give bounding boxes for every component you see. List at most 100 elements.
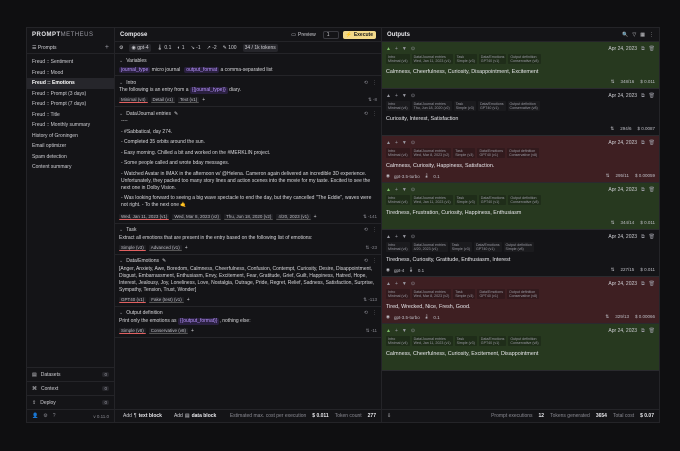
thumbs-down-icon[interactable]: ▼: [402, 328, 407, 334]
variable-value[interactable]: micro journal: [152, 67, 181, 73]
delete-icon[interactable]: 🗑: [649, 140, 655, 146]
compare-icon[interactable]: ⊙: [411, 234, 415, 240]
history-icon[interactable]: ⟲: [364, 111, 368, 117]
sidebar-item-prompt[interactable]: History of Groningen: [27, 131, 114, 142]
add-icon[interactable]: +: [395, 140, 398, 146]
model-settings-icon[interactable]: ⚙: [119, 45, 123, 51]
max-tokens-value[interactable]: ✎ 100: [223, 45, 237, 51]
version-tag[interactable]: Minimal (v4): [119, 97, 148, 103]
version-tag[interactable]: Conservative (v8): [148, 327, 189, 334]
variable-name[interactable]: journal_type: [119, 67, 151, 73]
compare-icon[interactable]: ⊙: [411, 93, 415, 99]
sidebar-item-prompt[interactable]: Freud :: Sentiment: [27, 57, 114, 68]
add-prompt-icon[interactable]: +: [105, 44, 109, 51]
output-card[interactable]: ▲ + ▼ ⊙ Apr 24, 2023 ⧉ 🗑 Intro Minimal (v4) Data…: [382, 136, 659, 183]
thumbs-down-icon[interactable]: ▼: [402, 46, 407, 52]
sidebar-item-prompt[interactable]: Freud :: Title: [27, 110, 114, 121]
add-version-icon[interactable]: +: [314, 214, 317, 220]
preview-button[interactable]: ▭ Preview: [288, 31, 319, 39]
copy-icon[interactable]: ⧉: [641, 328, 645, 334]
version-tag[interactable]: Wed, Mar 8, 2023 (v2): [172, 213, 222, 220]
thumbs-up-icon[interactable]: ▲: [386, 234, 391, 240]
sidebar-item-prompt[interactable]: Email optimizer: [27, 141, 114, 152]
version-tag[interactable]: Advanced (v1): [148, 244, 182, 251]
thumbs-up-icon[interactable]: ▲: [386, 140, 391, 146]
add-icon[interactable]: +: [395, 328, 398, 334]
intro-header[interactable]: ⌄ Intro ⟲ ⋮: [119, 78, 377, 87]
output-card[interactable]: ▲ + ▼ ⊙ Apr 24, 2023 ⧉ 🗑 Intro Minimal (v4) Data…: [382, 183, 659, 230]
history-icon[interactable]: ⟲: [364, 258, 368, 264]
temperature-value[interactable]: 🌡 0.1: [157, 45, 172, 51]
execute-button[interactable]: ⚡ Execute: [342, 30, 376, 39]
sidebar-item-prompt[interactable]: Freud :: Mood: [27, 68, 114, 79]
variable-name[interactable]: output_format: [184, 67, 220, 73]
version-tag[interactable]: Detail (v1): [150, 97, 176, 103]
output-card[interactable]: ▲ + ▼ ⊙ Apr 24, 2023 ⧉ 🗑 Intro Minimal (v4) Data…: [382, 324, 659, 371]
top-p-value[interactable]: ◐ 1: [177, 45, 184, 51]
add-version-icon[interactable]: +: [191, 328, 194, 334]
frequency-penalty-value[interactable]: ↘ -1: [191, 45, 201, 51]
add-text-block-button[interactable]: Add ¶ text block: [120, 412, 165, 420]
copy-icon[interactable]: ⧉: [641, 281, 645, 287]
sidebar-item-prompt[interactable]: Freud :: Prompt (7 days): [27, 99, 114, 110]
more-icon[interactable]: ⋮: [372, 258, 377, 264]
sidebar-item-prompt[interactable]: Content summary: [27, 162, 114, 173]
history-icon[interactable]: ⟲: [364, 310, 368, 316]
add-data-block-button[interactable]: Add ▤ data block: [171, 412, 219, 420]
edit-icon[interactable]: ✎: [162, 258, 166, 264]
more-icon[interactable]: ⋮: [372, 111, 377, 117]
thumbs-down-icon[interactable]: ▼: [402, 234, 407, 240]
journal-text[interactable]: ---- - #Sabbatical, day 274. - Completed 3…: [119, 118, 377, 209]
output-card[interactable]: ▲ + ▼ ⊙ Apr 24, 2023 ⧉ 🗑 Intro Minimal (v4) Data…: [382, 277, 659, 324]
journal-header[interactable]: ⌄ Data/Journal entries ✎ ⟲ ⋮: [119, 109, 377, 118]
add-version-icon[interactable]: +: [202, 97, 205, 103]
help-icon[interactable]: ?: [53, 413, 56, 419]
prompts-header[interactable]: ☰ Prompts +: [27, 42, 114, 54]
version-tag[interactable]: GPT40 (v1): [119, 296, 147, 303]
output-definition-header[interactable]: ⌄ Output definition ⟲ ⋮: [119, 309, 377, 318]
version-tag[interactable]: Wed, Jan 11, 2023 (v1): [119, 213, 170, 220]
thumbs-up-icon[interactable]: ▲: [386, 187, 391, 193]
add-icon[interactable]: +: [395, 93, 398, 99]
emotions-header[interactable]: ⌄ Data/Emotions ✎ ⟲ ⋮: [119, 257, 377, 266]
sidebar-section-deploy[interactable]: ⇪ Deploy 0: [27, 396, 114, 410]
delete-icon[interactable]: 🗑: [649, 93, 655, 99]
settings-icon[interactable]: ⚙: [43, 413, 47, 419]
thumbs-down-icon[interactable]: ▼: [402, 140, 407, 146]
thumbs-down-icon[interactable]: ▼: [402, 187, 407, 193]
output-definition-text[interactable]: Print only the emotions as {{output_form…: [119, 317, 377, 325]
task-text[interactable]: Extract all emotions that are present in…: [119, 235, 377, 242]
version-tag[interactable]: Simple (v8): [119, 327, 146, 334]
add-icon[interactable]: +: [395, 234, 398, 240]
thumbs-down-icon[interactable]: ▼: [402, 281, 407, 287]
output-card[interactable]: ▲ + ▼ ⊙ Apr 24, 2023 ⧉ 🗑 Intro Minimal (v4) Data…: [382, 89, 659, 136]
delete-icon[interactable]: 🗑: [649, 46, 655, 52]
delete-icon[interactable]: 🗑: [649, 281, 655, 287]
more-icon[interactable]: ⋮: [372, 310, 377, 316]
history-icon[interactable]: ⟲: [364, 227, 368, 233]
intro-text[interactable]: The following is an entry from a {{journ…: [119, 87, 377, 94]
version-tag[interactable]: Thu, Jun 18, 2020 (v2): [224, 213, 274, 220]
output-card[interactable]: ▲ + ▼ ⊙ Apr 24, 2023 ⧉ 🗑 Intro Minimal (v4) Data…: [382, 42, 659, 89]
thumbs-up-icon[interactable]: ▲: [386, 281, 391, 287]
version-tag[interactable]: Simple (v3): [119, 244, 146, 251]
version-tag[interactable]: Text (v1): [178, 97, 200, 103]
compare-icon[interactable]: ⊙: [411, 140, 415, 146]
download-icon[interactable]: ⇩: [387, 413, 391, 419]
compare-icon[interactable]: ⊙: [411, 281, 415, 287]
thumbs-down-icon[interactable]: ▼: [402, 93, 407, 99]
copy-icon[interactable]: ⧉: [641, 93, 645, 99]
emotions-text[interactable]: [Anger, Anxiety, Awe, Boredom, Calmness,…: [119, 266, 377, 294]
delete-icon[interactable]: 🗑: [649, 328, 655, 334]
presence-penalty-value[interactable]: ↗ -2: [207, 45, 217, 51]
compare-icon[interactable]: ⊙: [411, 187, 415, 193]
task-header[interactable]: ⌄ Task ⟲ ⋮: [119, 226, 377, 235]
thumbs-up-icon[interactable]: ▲: [386, 93, 391, 99]
edit-icon[interactable]: ✎: [174, 111, 178, 117]
sidebar-item-prompt[interactable]: Freud :: Prompt (3 days): [27, 89, 114, 100]
version-tag[interactable]: 4/20, 2023 (v1): [276, 213, 311, 220]
sidebar-item-prompt[interactable]: Spam detection: [27, 152, 114, 163]
model-select[interactable]: ◉ gpt-4: [129, 43, 151, 52]
copy-icon[interactable]: ⧉: [641, 46, 645, 52]
columns-icon[interactable]: ▦: [640, 32, 645, 38]
